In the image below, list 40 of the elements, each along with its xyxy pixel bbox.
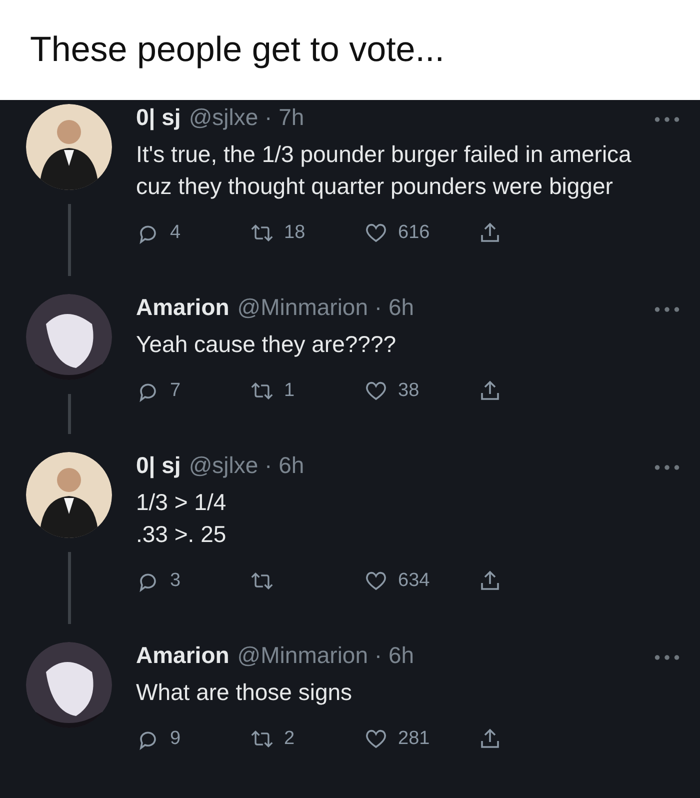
more-icon[interactable] [654,306,680,312]
like-count: 281 [398,728,430,750]
heart-icon[interactable] [364,727,388,751]
user-name[interactable]: 0| sj [136,452,181,479]
user-handle: @Minmarion · 6h [237,294,414,321]
reply-count: 3 [170,570,181,592]
avatar[interactable] [26,642,112,728]
avatar[interactable] [26,294,112,380]
user-name[interactable]: Amarion [136,642,230,669]
retweet-count: 18 [284,222,306,244]
user-name[interactable]: 0| sj [136,104,181,131]
share-icon[interactable] [478,379,502,403]
heart-icon[interactable] [364,379,388,403]
share-icon[interactable] [478,221,502,245]
share-icon[interactable] [478,569,502,593]
user-handle: @sjlxe · 7h [188,104,304,131]
reply-count: 7 [170,380,181,402]
like-count: 38 [398,380,420,402]
retweet-count: 1 [284,380,295,402]
heart-icon[interactable] [364,569,388,593]
tweet-text: 1/3 > 1/4 .33 >. 25 [136,488,228,549]
tweet-text: What are those signs [136,678,354,707]
tweet-text: Yeah cause they are???? [136,330,398,359]
retweet-count: 2 [284,728,295,750]
tweet-text: It's true, the 1/3 pounder burger failed in america cuz they thought quarter pounders were bigger [136,140,632,201]
more-icon[interactable] [654,654,680,660]
user-handle: @Minmarion · 6h [237,642,414,669]
user-name[interactable]: Amarion [136,294,230,321]
heart-icon[interactable] [364,221,388,245]
caption: These people get to vote... [30,30,444,70]
user-handle: @sjlxe · 6h [188,452,304,479]
avatar[interactable] [26,104,112,190]
share-icon[interactable] [478,727,502,751]
like-count: 634 [398,570,430,592]
avatar[interactable] [26,452,112,538]
like-count: 616 [398,222,430,244]
reply-count: 4 [170,222,181,244]
more-icon[interactable] [654,464,680,470]
more-icon[interactable] [654,116,680,122]
reply-count: 9 [170,728,181,750]
